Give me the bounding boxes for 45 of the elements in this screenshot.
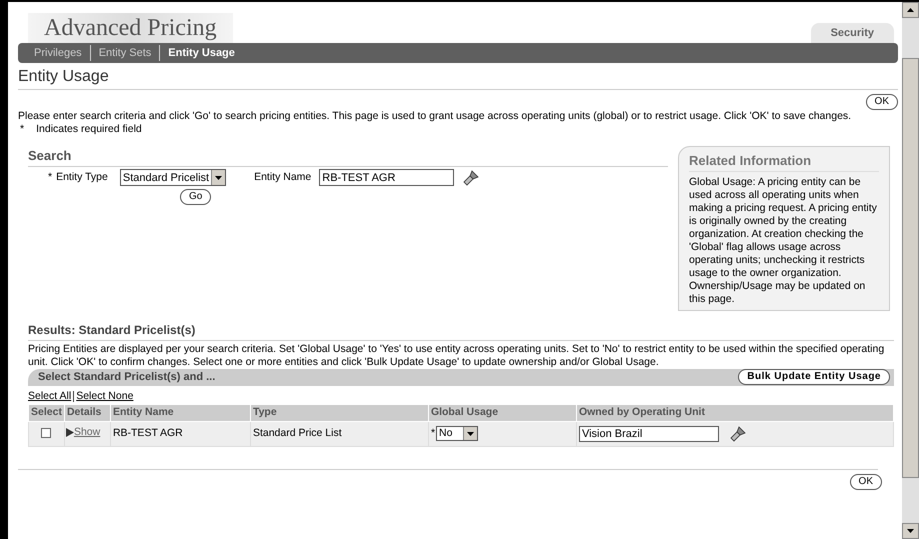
field-label: Entity Name <box>254 170 312 185</box>
required-mark: * <box>48 170 52 185</box>
owner-field[interactable]: Vision Brazil <box>578 426 719 442</box>
flashlight-icon[interactable] <box>462 168 480 187</box>
app-logo: Advanced Pricing <box>28 13 233 43</box>
entity-name-field[interactable]: RB-TEST AGR <box>319 169 454 186</box>
sub-tab[interactable]: Entity Usage <box>159 44 243 62</box>
security-tab[interactable]: Security <box>810 22 894 43</box>
ok-button[interactable]: OK <box>866 94 898 110</box>
scroll-up-icon[interactable] <box>907 8 914 12</box>
required-mark: * <box>19 123 24 136</box>
dropdown-arrow-icon <box>467 432 474 436</box>
table-title: Select Standard Pricelist(s) and ... <box>38 370 216 385</box>
panel-text: Global Usage: A pricing entity can be used across all operating units when making a pricing request. A pricing entity is originally owned by the creating organization. At creation checking the 'Global' flag allows usage across operating units; unchecking it restricts usage to the owner organization. Ownership/Usage may be updated on this page. <box>689 176 878 306</box>
required-note: Indicates required field <box>36 123 142 136</box>
flashlight-icon[interactable] <box>728 424 747 443</box>
global-usage-select[interactable]: No <box>436 426 478 442</box>
select-all-link[interactable]: Select All <box>28 388 72 404</box>
bulk-update-button[interactable]: Bulk Update Entity Usage <box>738 369 890 385</box>
row-checkbox[interactable] <box>41 428 52 438</box>
column-header: Select <box>28 404 64 422</box>
results-heading: Results: Standard Pricelist(s) <box>28 322 196 337</box>
expand-triangle-icon[interactable] <box>64 428 74 438</box>
required-mark: * <box>430 426 436 441</box>
entity-type-select[interactable]: Standard Pricelist <box>120 169 226 186</box>
select-none-link[interactable]: Select None <box>76 388 134 404</box>
column-header: Entity Name <box>110 404 250 422</box>
column-header: Type <box>250 404 428 422</box>
panel-title: Related Information <box>689 153 812 168</box>
page-title: Entity Usage <box>18 68 109 85</box>
results-description: Pricing Entities are displayed per your search criteria. Set 'Global Usage' to 'Yes' to use entity across operating units. Set to 'No' to restrict entity to be used within the specified operating unit. Click 'OK' to confirm changes. Select one or more entities and click 'Bulk Update Usage' to update ownership and/or Global Usage. <box>28 342 886 368</box>
dropdown-arrow-icon <box>215 176 222 180</box>
column-header: Global Usage <box>428 404 576 422</box>
field-label: Entity Type <box>56 170 108 185</box>
scroll-down-icon[interactable] <box>907 529 914 533</box>
scrollbar[interactable] <box>902 2 919 539</box>
sub-tab[interactable]: Entity Sets <box>90 44 160 62</box>
sub-tab[interactable]: Privileges <box>26 44 90 62</box>
instructions-text: Please enter search criteria and click 'Go' to search pricing entities. This page is used to grant usage across operating units (global) or to restrict usage. Click 'OK' to save changes. <box>18 110 852 123</box>
search-heading: Search <box>28 148 72 163</box>
ok-button[interactable]: OK <box>850 474 882 490</box>
go-button[interactable]: Go <box>180 188 212 205</box>
column-header: Owned by Operating Unit <box>576 404 894 422</box>
table-cell: RB-TEST AGR <box>110 422 250 446</box>
table-cell: Standard Price List <box>250 422 428 446</box>
